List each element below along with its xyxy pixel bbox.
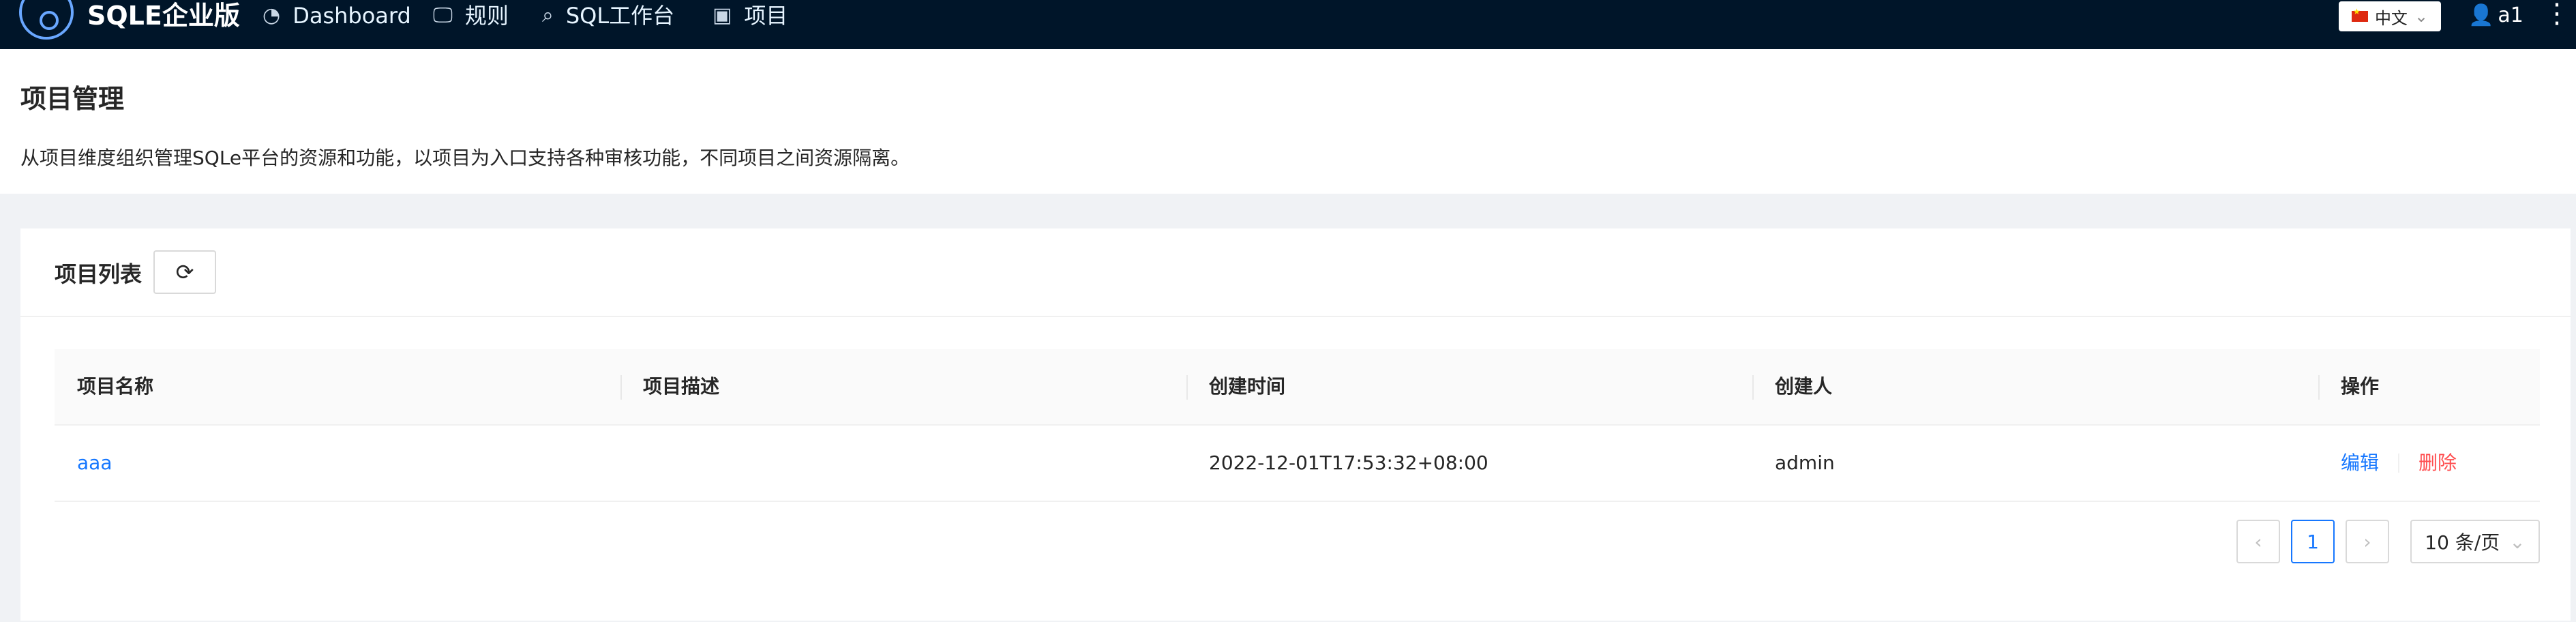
column-header-name: 项目名称	[77, 375, 154, 398]
language-label: 中文	[2374, 8, 2408, 28]
brand-title[interactable]: SQLE企业版	[87, 0, 240, 31]
nav-sql-workbench-label: SQL工作台	[565, 3, 675, 29]
table-row: aaa 2022-12-01T17:53:32+08:00 admin 编辑 删…	[55, 426, 2540, 502]
project-table: 项目名称 项目描述 创建时间 创建人 操作 aaa 2022-12-01T17:…	[55, 349, 2540, 502]
china-flag-icon	[2351, 7, 2368, 22]
nav-sql-workbench[interactable]: ⌕ SQL工作台	[542, 0, 674, 31]
search-icon: ⌕	[542, 3, 554, 27]
project-name-link[interactable]: aaa	[77, 451, 112, 474]
creator-cell: admin	[1775, 451, 1835, 474]
column-header-created-at: 创建时间	[1186, 349, 1752, 424]
action-divider	[2398, 454, 2400, 473]
page-size-select[interactable]: 10 条/页 ⌄	[2410, 520, 2540, 563]
page-description: 从项目维度组织管理SQLe平台的资源和功能，以项目为入口支持各种审核功能，不同项…	[20, 147, 910, 169]
chevron-down-icon: ⌄	[2509, 530, 2526, 553]
project-list-card: 项目列表 ⟳ 项目名称 项目描述 创建时间 创建人 操作 aaa 2022-12…	[20, 228, 2571, 621]
column-header-creator: 创建人	[1752, 349, 2318, 424]
language-select[interactable]: 中文 ⌄	[2339, 1, 2441, 31]
table-header: 项目名称 项目描述 创建时间 创建人 操作	[55, 349, 2540, 426]
page-1-button[interactable]: 1	[2291, 520, 2335, 563]
project-description-cell	[620, 426, 1186, 501]
card-title: 项目列表	[55, 261, 143, 287]
page-header: 项目管理 从项目维度组织管理SQLe平台的资源和功能，以项目为入口支持各种审核功…	[0, 49, 2576, 194]
user-name: a1	[2498, 3, 2523, 27]
nav-dashboard[interactable]: ◔ Dashboard	[263, 0, 411, 31]
sqle-logo-icon[interactable]	[19, 0, 74, 40]
actions-cell: 编辑 删除	[2318, 426, 2540, 501]
column-header-description: 项目描述	[620, 349, 1186, 424]
next-page-button[interactable]: ›	[2346, 520, 2389, 563]
chevron-right-icon: ›	[2363, 530, 2371, 553]
nav-rules[interactable]: 🖵 规则	[433, 0, 509, 31]
project-icon: ▣	[713, 3, 732, 27]
page-number: 1	[2307, 530, 2319, 553]
nav-dashboard-label: Dashboard	[293, 3, 411, 29]
card-header: 项目列表 ⟳	[20, 228, 2571, 317]
delete-button[interactable]: 删除	[2418, 426, 2457, 501]
pie-chart-icon: ◔	[263, 3, 281, 27]
created-at-cell: 2022-12-01T17:53:32+08:00	[1209, 451, 1488, 474]
user-icon: 👤	[2468, 3, 2494, 27]
user-menu[interactable]: 👤 a1	[2468, 0, 2523, 31]
page-size-label: 10 条/页	[2425, 531, 2500, 554]
refresh-icon: ⟳	[175, 259, 194, 285]
more-options-icon[interactable]: ⋮	[2543, 0, 2571, 31]
page-title: 项目管理	[20, 84, 125, 114]
top-navbar: SQLE企业版 ◔ Dashboard 🖵 规则 ⌕ SQL工作台 ▣ 项目 中…	[0, 0, 2576, 49]
chevron-left-icon: ‹	[2254, 530, 2262, 553]
refresh-button[interactable]: ⟳	[153, 250, 216, 294]
edit-button[interactable]: 编辑	[2341, 426, 2379, 501]
chevron-down-icon: ⌄	[2414, 7, 2429, 26]
monitor-icon: 🖵	[433, 3, 453, 27]
nav-project[interactable]: ▣ 项目	[713, 0, 788, 31]
project-name-cell: aaa	[55, 426, 620, 501]
prev-page-button[interactable]: ‹	[2236, 520, 2280, 563]
nav-rules-label: 规则	[464, 3, 509, 29]
column-header-actions: 操作	[2318, 349, 2540, 424]
nav-project-label: 项目	[744, 3, 788, 29]
